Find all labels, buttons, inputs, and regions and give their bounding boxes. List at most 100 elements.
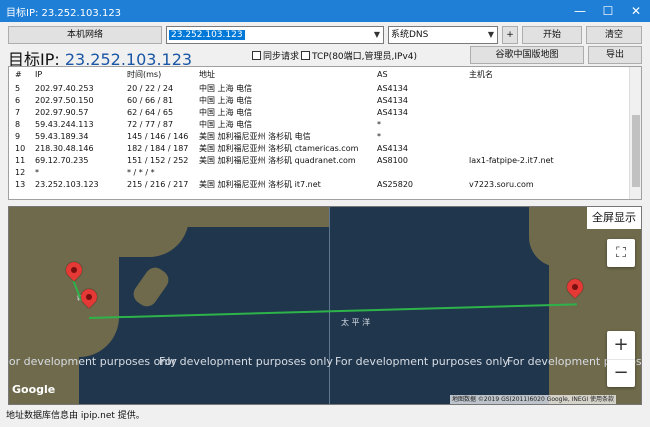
map-pin-icon[interactable] — [563, 275, 587, 303]
col-header[interactable]: AS — [377, 69, 388, 81]
target-input[interactable]: 23.252.103.123 ▼ — [166, 26, 384, 44]
pin-dot — [572, 284, 578, 290]
table-row[interactable]: 13 23.252.103.123 215 / 216 / 217 美国 加利福尼亚州… — [9, 179, 629, 191]
dns-select-value: 系统DNS — [391, 30, 429, 40]
dev-watermark: For development purposes only — [335, 355, 509, 368]
map-divider — [329, 207, 330, 404]
table-cell: 215 / 216 / 217 — [127, 180, 189, 189]
land-north — [9, 207, 329, 227]
table-cell: 美国 加利福尼亚州 洛杉矶 电信 — [199, 132, 311, 141]
trace-table[interactable]: # IP 时间(ms) 地址 AS 主机名 5 202.97.40.253 20 /… — [8, 66, 642, 200]
table-cell: v7223.soru.com — [469, 180, 534, 189]
status-text: 地址数据库信息由 ipip.net 提供。 — [6, 411, 145, 421]
table-cell: 12 — [15, 168, 26, 177]
table-cell: 美国 加利福尼亚州 洛杉矶 ctamericas.com — [199, 144, 359, 153]
table-row[interactable]: 9 59.43.189.34 145 / 146 / 146 美国 加利福尼亚州 洛杉… — [9, 131, 629, 143]
dns-select[interactable]: 系统DNS ▼ — [388, 26, 498, 44]
land-asia — [79, 207, 119, 357]
table-cell: * — [377, 120, 381, 129]
table-row[interactable]: 12 * * / * / * — [9, 167, 629, 179]
checkbox-box[interactable] — [301, 51, 310, 60]
table-cell: 202.97.90.57 — [35, 108, 89, 117]
table-cell: AS4134 — [377, 84, 408, 93]
scrollbar-thumb[interactable] — [632, 115, 640, 187]
chevron-down-icon[interactable]: ▼ — [488, 27, 494, 43]
table-cell: 23.252.103.123 — [35, 180, 99, 189]
local-network-button[interactable]: 本机网络 — [8, 26, 162, 44]
table-row[interactable]: 5 202.97.40.253 20 / 22 / 24 中国 上海 电信 AS4134 — [9, 83, 629, 95]
table-cell: 20 / 22 / 24 — [127, 84, 174, 93]
title-bar: 目标IP: 23.252.103.123 — ☐ ✕ — [0, 0, 650, 22]
table-cell: 9 — [15, 132, 21, 141]
google-logo: Google — [12, 383, 56, 396]
status-bar: 地址数据库信息由 ipip.net 提供。 — [0, 407, 650, 427]
add-button[interactable]: + — [502, 26, 518, 44]
pin-dot — [71, 267, 77, 273]
zoom-control: + − — [607, 331, 635, 387]
table-cell: lax1-fatpipe-2.it7.net — [469, 156, 554, 165]
sync-request-checkbox[interactable]: 同步请求 — [252, 49, 299, 62]
table-cell: AS4134 — [377, 108, 408, 117]
table-cell: 62 / 64 / 65 — [127, 108, 174, 117]
col-header[interactable]: 时间(ms) — [127, 69, 161, 81]
vertical-scrollbar[interactable] — [629, 67, 641, 199]
table-cell: 60 / 66 / 81 — [127, 96, 174, 105]
tcp-mode-checkbox[interactable]: TCP(80端口,管理员,IPv4) — [301, 49, 417, 62]
close-icon[interactable]: ✕ — [622, 0, 650, 22]
table-cell: 11 — [15, 156, 26, 165]
table-cell: 中国 上海 电信 — [199, 84, 253, 93]
table-row[interactable]: 10 218.30.48.146 182 / 184 / 187 美国 加利福尼亚州 … — [9, 143, 629, 155]
table-cell: 72 / 77 / 87 — [127, 120, 174, 129]
map-view[interactable]: For development purposes only For develo… — [8, 206, 642, 405]
table-cell: 5 — [15, 84, 21, 93]
col-header[interactable]: IP — [35, 69, 42, 81]
table-cell: 145 / 146 / 146 — [127, 132, 189, 141]
table-row[interactable]: 11 69.12.70.235 151 / 152 / 252 美国 加利福尼亚州 洛… — [9, 155, 629, 167]
map-pin-icon[interactable] — [77, 285, 101, 313]
table-cell: 中国 上海 电信 — [199, 96, 253, 105]
table-cell: 6 — [15, 96, 21, 105]
dev-watermark: For development purposes only — [159, 355, 333, 368]
table-cell: 10 — [15, 144, 26, 153]
col-header[interactable]: 地址 — [199, 69, 215, 81]
tcp-mode-label: TCP(80端口,管理员,IPv4) — [312, 52, 418, 62]
table-cell: 218.30.48.146 — [35, 144, 94, 153]
zoom-in-button[interactable]: + — [607, 331, 635, 359]
table-cell: * / * / * — [127, 168, 155, 177]
table-cell: * — [377, 132, 381, 141]
checkbox-box[interactable] — [252, 51, 261, 60]
fullscreen-button[interactable]: 全屏显示 — [587, 207, 641, 229]
table-cell: 59.43.244.113 — [35, 120, 94, 129]
google-china-map-button[interactable]: 谷歌中国版地图 — [470, 46, 584, 64]
table-cell: 中国 上海 电信 — [199, 120, 253, 129]
table-cell: 13 — [15, 180, 26, 189]
table-row[interactable]: 8 59.43.244.113 72 / 77 / 87 中国 上海 电信 * — [9, 119, 629, 131]
minimize-icon[interactable]: — — [566, 0, 594, 22]
table-cell: AS25820 — [377, 180, 413, 189]
col-header[interactable]: # — [15, 69, 22, 81]
table-row[interactable]: 7 202.97.90.57 62 / 64 / 65 中国 上海 电信 AS4134 — [9, 107, 629, 119]
table-cell: AS8100 — [377, 156, 408, 165]
table-cell: * — [35, 168, 39, 177]
table-cell: AS4134 — [377, 96, 408, 105]
target-input-value: 23.252.103.123 — [169, 30, 245, 40]
table-cell: 151 / 152 / 252 — [127, 156, 189, 165]
map-attribution[interactable]: 地图数据 ©2019 GS(2011)6020 Google, INEGI 使用… — [450, 395, 617, 404]
table-cell: 8 — [15, 120, 21, 129]
ocean-label: 太 平 洋 — [341, 318, 371, 327]
map-pin-icon[interactable] — [62, 258, 86, 286]
table-cell: 59.43.189.34 — [35, 132, 89, 141]
table-cell: 7 — [15, 108, 21, 117]
maximize-icon[interactable]: ☐ — [594, 0, 622, 22]
pin-dot — [86, 294, 92, 300]
start-button[interactable]: 开始 — [522, 26, 582, 44]
table-cell: 202.97.50.150 — [35, 96, 94, 105]
fullscreen-icon[interactable]: ⛶ — [607, 239, 635, 267]
col-header[interactable]: 主机名 — [469, 69, 493, 81]
clear-button[interactable]: 清空 — [586, 26, 642, 44]
export-button[interactable]: 导出 — [588, 46, 642, 64]
zoom-out-button[interactable]: − — [607, 359, 635, 387]
chevron-down-icon[interactable]: ▼ — [374, 27, 380, 43]
table-row[interactable]: 6 202.97.50.150 60 / 66 / 81 中国 上海 电信 AS4134 — [9, 95, 629, 107]
land-asia — [9, 207, 79, 404]
